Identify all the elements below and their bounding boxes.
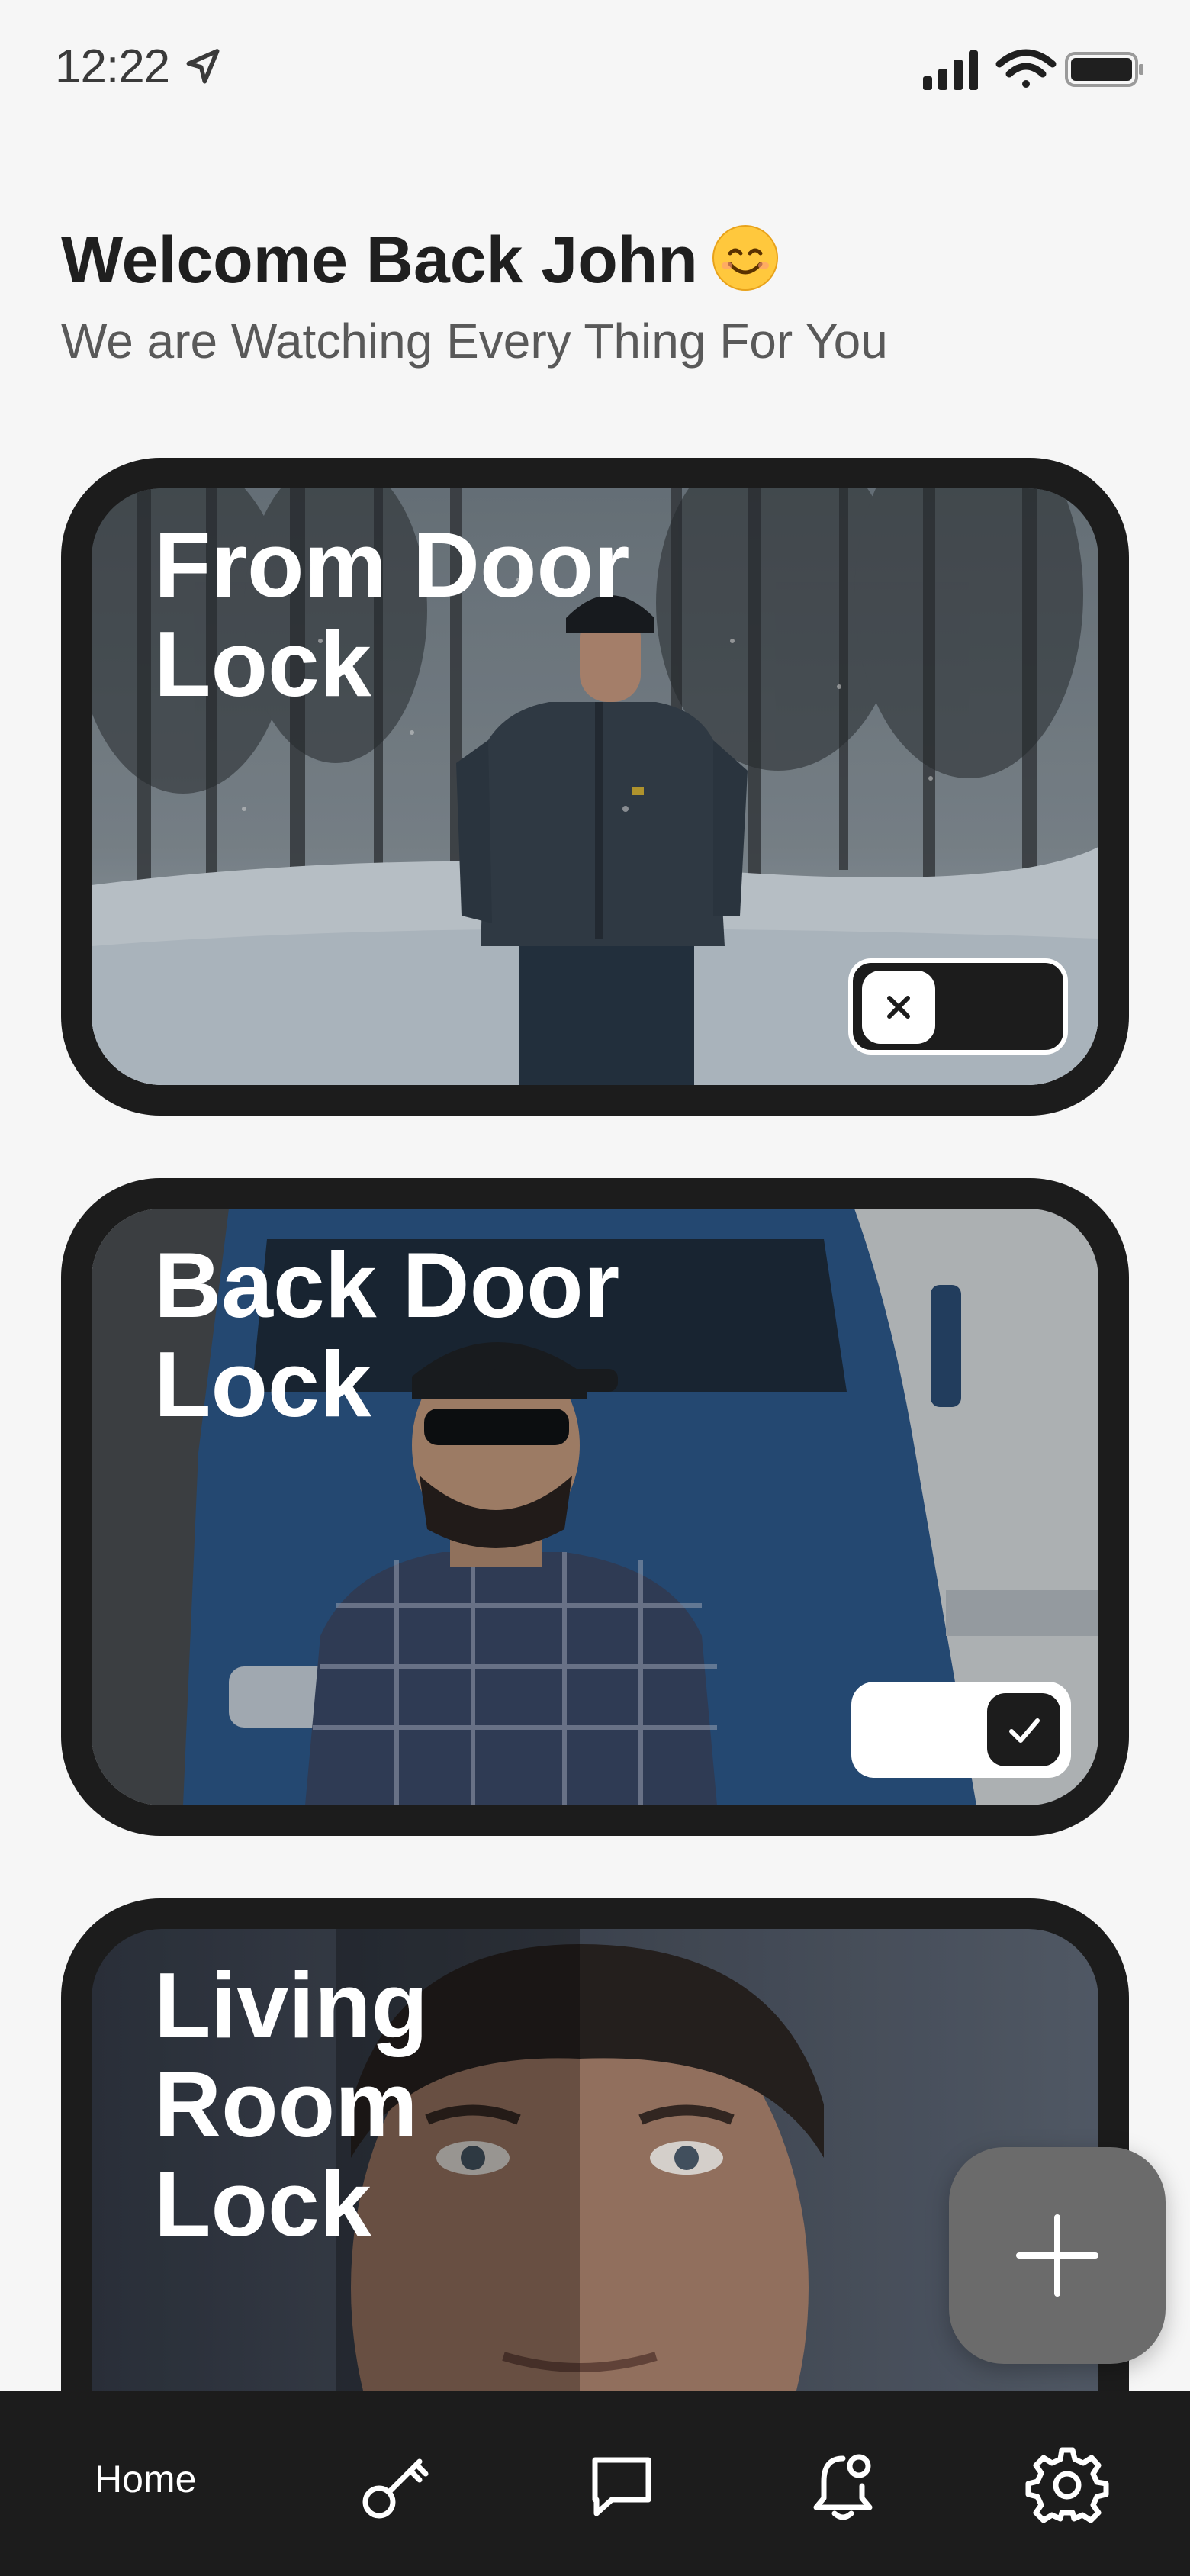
- toggle-knob: [987, 1693, 1060, 1766]
- location-arrow-icon: [186, 49, 220, 84]
- lock-title-line: Lock: [154, 1332, 371, 1436]
- status-bar: 12:22: [0, 0, 1190, 137]
- check-icon: [1009, 1718, 1040, 1743]
- chat-icon: [592, 2457, 651, 2516]
- lock-title-line: Living: [154, 1953, 429, 2057]
- nav-settings[interactable]: [1025, 2443, 1109, 2527]
- lock-toggle-on[interactable]: [851, 1682, 1071, 1778]
- signal-icon: [923, 50, 978, 90]
- bottom-navigation: Home: [0, 2391, 1190, 2576]
- status-icons: [923, 49, 1143, 90]
- nav-home[interactable]: Home: [95, 2457, 196, 2501]
- lock-title-line: Lock: [154, 612, 371, 716]
- toggle-knob: [862, 971, 935, 1044]
- wifi-icon: [995, 49, 1057, 88]
- lock-title-line: Back Door: [154, 1233, 620, 1337]
- lock-title-line: From Door: [154, 513, 630, 617]
- smiling-face-emoji: [712, 225, 778, 291]
- lock-title: From Door Lock: [154, 515, 688, 713]
- lock-card-back-door[interactable]: Back Door Lock: [61, 1178, 1129, 1836]
- nav-notifications[interactable]: [801, 2443, 885, 2527]
- key-icon: [362, 2458, 429, 2519]
- lock-title-line: Room: [154, 2053, 418, 2156]
- add-lock-button[interactable]: [949, 2147, 1166, 2364]
- nav-keys[interactable]: [354, 2443, 438, 2527]
- welcome-text: Welcome Back John: [61, 224, 698, 297]
- x-icon: [887, 996, 910, 1019]
- home-screen: 12:22 Welcome Back John We are Watching …: [0, 0, 1190, 2576]
- lock-card-front-door[interactable]: From Door Lock: [61, 458, 1129, 1116]
- lock-title: Living Room Lock: [154, 1956, 688, 2253]
- lock-title: Back Door Lock: [154, 1235, 688, 1434]
- welcome-heading: Welcome Back John: [61, 223, 779, 298]
- lock-title-line: Lock: [154, 2152, 371, 2256]
- nav-messages[interactable]: [580, 2443, 664, 2527]
- welcome-subtitle: We are Watching Every Thing For You: [61, 314, 888, 369]
- status-time: 12:22: [55, 40, 170, 93]
- plus-icon: [1016, 2214, 1098, 2297]
- bell-icon: [813, 2454, 873, 2520]
- gear-icon: [1025, 2447, 1109, 2523]
- lock-toggle-off[interactable]: [848, 958, 1068, 1055]
- battery-icon: [1065, 52, 1143, 87]
